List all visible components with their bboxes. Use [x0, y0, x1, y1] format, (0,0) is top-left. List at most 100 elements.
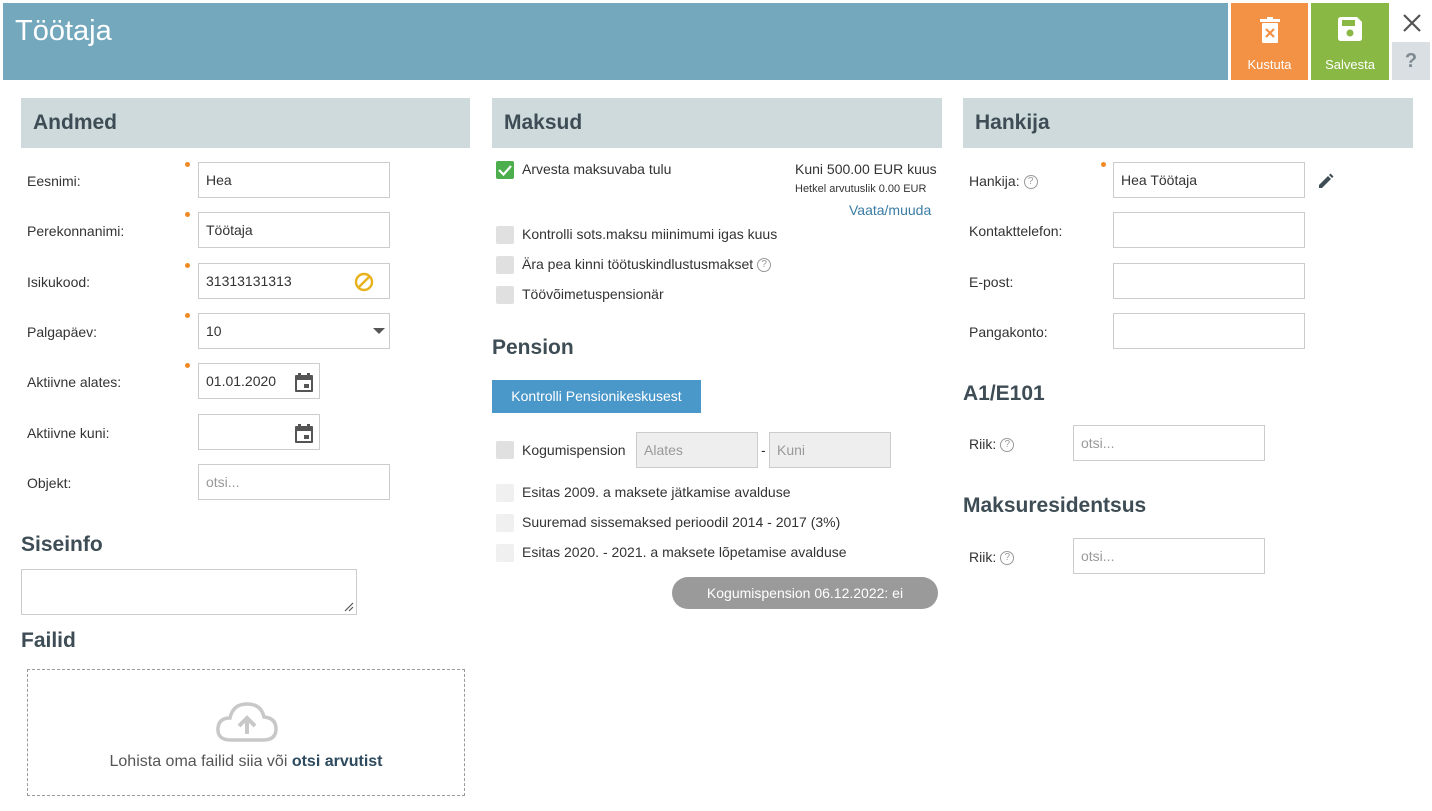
- pension-2020-label: Esitas 2020. - 2021. a maksete lõpetamis…: [522, 544, 847, 560]
- browse-link[interactable]: otsi arvutist: [292, 753, 383, 770]
- active-to-label: Aktiivne kuni:: [27, 425, 110, 441]
- save-button[interactable]: Salvesta: [1311, 3, 1389, 80]
- supplier-label: Hankija:?: [969, 173, 1038, 190]
- help-icon[interactable]: ?: [757, 258, 772, 273]
- drop-text-main: Lohista oma failid siia või: [109, 753, 292, 770]
- cloud-upload-icon: [216, 702, 278, 742]
- unemployment-checkbox[interactable]: [496, 256, 514, 274]
- object-label: Objekt:: [27, 475, 72, 491]
- last-name-field[interactable]: Töötaja: [198, 212, 390, 248]
- help-icon[interactable]: ?: [1000, 438, 1015, 453]
- pension-title: Pension: [492, 336, 574, 359]
- disability-checkbox[interactable]: [496, 286, 514, 304]
- a1-country-search-input[interactable]: otsi...: [1073, 425, 1265, 461]
- residency-title: Maksuresidentsus: [963, 494, 1147, 517]
- chevron-down-icon: [373, 328, 385, 334]
- page-title: Töötaja: [15, 15, 112, 47]
- unemployment-text: Ära pea kinni töötuskindlustusmakset: [522, 256, 754, 272]
- a1-country-label: Riik:?: [969, 436, 1015, 453]
- pension-2014-checkbox[interactable]: [496, 514, 514, 532]
- help-icon[interactable]: ?: [1023, 175, 1038, 190]
- delete-button[interactable]: Kustuta: [1231, 3, 1308, 80]
- payday-select[interactable]: 10: [198, 313, 390, 349]
- first-name-label: Eesnimi:: [27, 173, 81, 189]
- active-from-label: Aktiivne alates:: [27, 374, 122, 390]
- first-name-field[interactable]: Hea: [198, 162, 390, 198]
- active-from-value: 01.01.2020: [206, 373, 277, 389]
- title-bar: Töötaja: [3, 3, 1228, 80]
- pension-2009-checkbox[interactable]: [496, 484, 514, 502]
- social-tax-checkbox[interactable]: [496, 226, 514, 244]
- residency-country-label: Riik:?: [969, 549, 1015, 566]
- help-button[interactable]: ?: [1392, 42, 1430, 80]
- siseinfo-title: Siseinfo: [21, 533, 103, 556]
- hankija-title: Hankija: [975, 111, 1050, 134]
- pension-2020-checkbox[interactable]: [496, 544, 514, 562]
- required-marker: [185, 162, 190, 167]
- trash-icon: [1259, 17, 1280, 43]
- funded-pension-label: Kogumispension: [522, 442, 626, 458]
- required-marker: [185, 313, 190, 318]
- bank-account-label: Pangakonto:: [969, 324, 1048, 340]
- id-code-label: Isikukood:: [27, 274, 91, 290]
- object-search-input[interactable]: otsi...: [198, 464, 390, 500]
- file-drop-zone[interactable]: Lohista oma failid siia või otsi arvutis…: [27, 669, 465, 796]
- invalid-icon: [354, 272, 374, 292]
- payday-label: Palgapäev:: [27, 324, 98, 340]
- close-icon: [1403, 14, 1421, 32]
- bank-account-field[interactable]: [1113, 313, 1305, 349]
- check-pension-button[interactable]: Kontrolli Pensionikeskusest: [492, 380, 701, 413]
- phone-field[interactable]: [1113, 212, 1305, 248]
- required-marker: [185, 212, 190, 217]
- active-to-field[interactable]: [198, 414, 320, 450]
- residency-country-label-text: Riik:: [969, 549, 997, 565]
- help-icon[interactable]: ?: [1000, 551, 1015, 566]
- disability-label: Töövõimetuspensionär: [522, 286, 664, 302]
- hankija-header: Hankija: [963, 98, 1413, 148]
- andmed-title: Andmed: [33, 111, 117, 134]
- supplier-field[interactable]: Hea Töötaja: [1113, 162, 1305, 198]
- last-name-label: Perekonnanimi:: [27, 223, 125, 239]
- phone-label: Kontakttelefon:: [969, 223, 1063, 239]
- id-code-value: 31313131313: [206, 273, 292, 289]
- required-marker: [1101, 162, 1106, 167]
- calendar-icon[interactable]: [295, 424, 313, 443]
- pension-2009-label: Esitas 2009. a maksete jätkamise avaldus…: [522, 484, 791, 500]
- required-marker: [185, 363, 190, 368]
- drop-text: Lohista oma failid siia või otsi arvutis…: [28, 753, 464, 771]
- internal-info-textarea[interactable]: [21, 569, 357, 615]
- id-code-field[interactable]: 31313131313: [198, 263, 390, 299]
- unemployment-label: Ära pea kinni töötuskindlustusmakset?: [522, 256, 772, 273]
- taxfree-view-link[interactable]: Vaata/muuda: [849, 202, 931, 218]
- taxfree-label: Arvesta maksuvaba tulu: [522, 161, 672, 177]
- email-field[interactable]: [1113, 263, 1305, 299]
- maksud-title: Maksud: [504, 111, 583, 134]
- taxfree-limit: Kuni 500.00 EUR kuus: [795, 161, 937, 177]
- taxfree-current: Hetkel arvutuslik 0.00 EUR: [795, 183, 927, 195]
- email-label: E-post:: [969, 274, 1014, 290]
- residency-country-search-input[interactable]: otsi...: [1073, 538, 1265, 574]
- funded-pension-checkbox[interactable]: [496, 441, 514, 459]
- failid-title: Failid: [21, 629, 76, 652]
- a1-country-label-text: Riik:: [969, 436, 997, 452]
- pension-2014-label: Suuremad sissemaksed perioodil 2014 - 20…: [522, 514, 841, 530]
- delete-label: Kustuta: [1247, 57, 1292, 72]
- calendar-icon[interactable]: [295, 373, 313, 392]
- close-button[interactable]: [1398, 6, 1426, 38]
- edit-pencil-icon[interactable]: [1317, 173, 1335, 190]
- save-label: Salvesta: [1325, 57, 1375, 72]
- resize-handle-icon[interactable]: [344, 602, 354, 612]
- pension-status-badge: Kogumispension 06.12.2022: ei: [672, 577, 938, 609]
- range-dash: -: [761, 442, 766, 458]
- pension-from-field[interactable]: Alates: [636, 432, 758, 468]
- payday-value: 10: [206, 323, 222, 339]
- a1-title: A1/E101: [963, 382, 1045, 405]
- pension-to-field[interactable]: Kuni: [769, 432, 891, 468]
- active-from-field[interactable]: 01.01.2020: [198, 363, 320, 399]
- taxfree-checkbox[interactable]: [496, 161, 514, 179]
- social-tax-label: Kontrolli sots.maksu miinimumi igas kuus: [522, 226, 778, 242]
- maksud-header: Maksud: [492, 98, 942, 148]
- required-marker: [185, 263, 190, 268]
- floppy-disk-icon: [1338, 17, 1362, 41]
- check-icon: [498, 165, 512, 177]
